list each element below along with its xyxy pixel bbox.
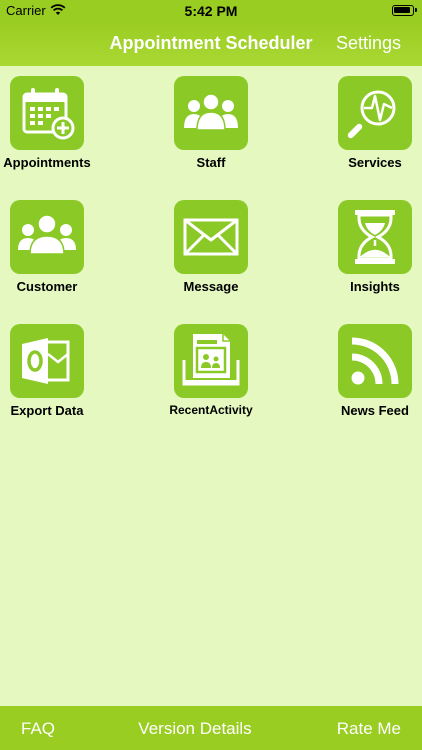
rate-me-button[interactable]: Rate Me xyxy=(337,719,401,739)
settings-button[interactable]: Settings xyxy=(336,33,401,54)
bottom-toolbar: FAQ Version Details Rate Me xyxy=(0,706,422,750)
tile-news-feed[interactable]: News Feed xyxy=(320,314,422,424)
tile-label: Staff xyxy=(196,155,226,170)
tile-label: RecentActivity xyxy=(169,403,253,417)
customer-group-icon xyxy=(10,200,84,274)
services-magnifier-icon xyxy=(338,76,412,150)
hourglass-icon xyxy=(338,200,412,274)
staff-group-icon xyxy=(174,76,248,150)
tile-recent-activity[interactable]: RecentActivity xyxy=(156,314,266,424)
tile-export-data[interactable]: Export Data xyxy=(0,314,102,424)
nav-bar: Appointment Scheduler Settings xyxy=(0,22,422,66)
tile-message[interactable]: Message xyxy=(156,190,266,300)
tile-insights[interactable]: Insights xyxy=(320,190,422,300)
tile-label: Export Data xyxy=(10,403,84,418)
rss-icon xyxy=(338,324,412,398)
tile-appointments[interactable]: Appointments xyxy=(0,66,102,176)
tile-services[interactable]: Services xyxy=(320,66,422,176)
tile-label: Appointments xyxy=(3,155,91,170)
status-bar: Carrier 5:42 PM xyxy=(0,0,422,22)
outlook-export-icon xyxy=(10,324,84,398)
recent-activity-icon xyxy=(174,324,248,398)
tile-staff[interactable]: Staff xyxy=(156,66,266,176)
envelope-icon xyxy=(174,200,248,274)
version-details-button[interactable]: Version Details xyxy=(0,719,390,739)
tile-label: News Feed xyxy=(341,403,409,418)
tile-label: Insights xyxy=(350,279,400,294)
battery-icon xyxy=(392,5,417,16)
calendar-add-icon xyxy=(10,76,84,150)
clock: 5:42 PM xyxy=(184,3,238,19)
tile-label: Services xyxy=(348,155,402,170)
tile-customer[interactable]: Customer xyxy=(0,190,102,300)
tile-label: Message xyxy=(183,279,239,294)
tile-label: Customer xyxy=(16,279,78,294)
